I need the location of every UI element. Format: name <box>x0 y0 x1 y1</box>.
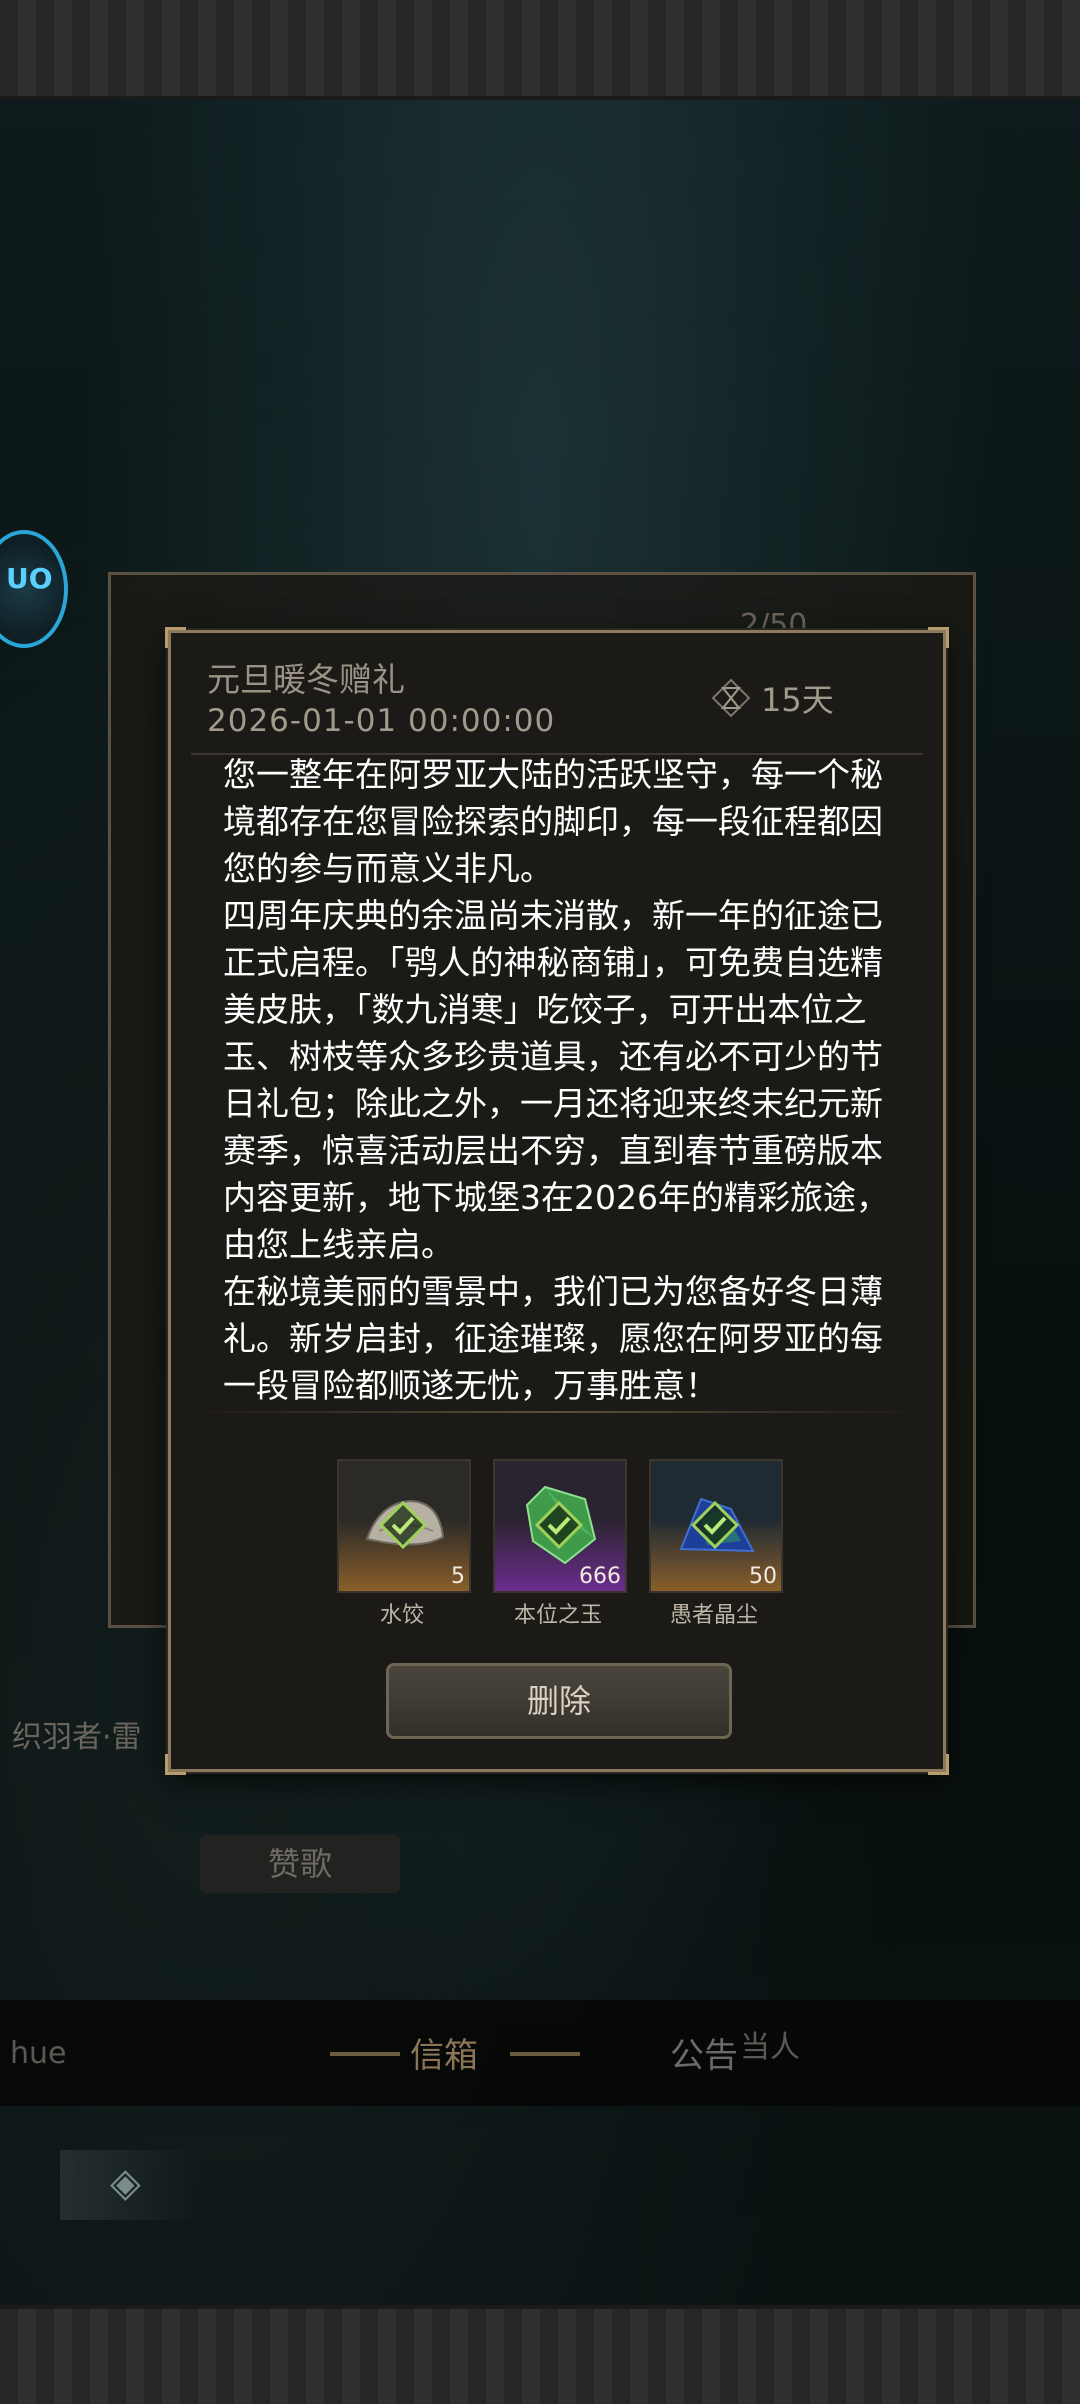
tab-right-partial[interactable]: 当人 <box>740 2022 800 2066</box>
body-divider <box>191 1411 923 1413</box>
reward-quantity: 666 <box>579 1564 621 1589</box>
reward-quantity: 50 <box>749 1564 777 1589</box>
corner-ornament <box>928 1754 949 1775</box>
reward-slot[interactable]: 50 <box>649 1459 783 1593</box>
bottom-tab-bar: hue 信箱 公告 当人 <box>0 2000 1080 2106</box>
tab-mail[interactable]: 信箱 <box>410 2028 478 2077</box>
corner-ornament <box>165 627 186 648</box>
body-paragraph: 您一整年在阿罗亚大陆的活跃坚守，每一个秘境都存在您冒险探索的脚印，每一段征程都因… <box>223 755 883 888</box>
mail-body: 您一整年在阿罗亚大陆的活跃坚守，每一个秘境都存在您冒险探索的脚印，每一段征程都因… <box>223 751 903 1409</box>
background-button[interactable]: 赞歌 <box>200 1835 400 1893</box>
reward-slot[interactable]: 666 <box>493 1459 627 1593</box>
delete-button[interactable]: 删除 <box>386 1663 732 1739</box>
background-sender-text: 织羽者·雷 <box>12 1720 142 1755</box>
bottom-frame-border <box>0 2305 1080 2404</box>
back-arrow-icon: ◈ <box>110 2160 141 2206</box>
reward-slot[interactable]: 5 <box>337 1459 471 1593</box>
tab-left-partial[interactable]: hue <box>10 2036 66 2071</box>
claimed-check-icon <box>379 1501 427 1549</box>
tab-ornament-right <box>510 2052 580 2056</box>
mail-date: 2026-01-01 00:00:00 <box>207 703 556 739</box>
reward-quantity: 5 <box>451 1564 465 1589</box>
mail-expiry: 15天 <box>711 675 834 721</box>
body-paragraph: 在秘境美丽的雪景中，我们已为您备好冬日薄礼。新岁启封，征途璀璨，愿您在阿罗亚的每… <box>223 1272 883 1405</box>
hourglass-icon <box>711 678 751 718</box>
corner-ornament <box>928 627 949 648</box>
claimed-check-icon <box>691 1501 739 1549</box>
reward-name: 本位之玉 <box>513 1603 602 1628</box>
top-frame-border <box>0 0 1080 100</box>
side-badge-text: UO <box>6 562 53 595</box>
back-button[interactable]: ◈ <box>60 2150 200 2220</box>
expiry-days: 15天 <box>761 681 834 719</box>
reward-item[interactable]: 666 本位之玉 <box>493 1459 627 1629</box>
tab-ornament-left <box>330 2052 400 2056</box>
corner-ornament <box>165 1754 186 1775</box>
reward-item[interactable]: 5 水饺 <box>337 1459 471 1629</box>
mail-title: 元旦暖冬赠礼 <box>207 660 405 699</box>
reward-list: 5 水饺 666 本位之玉 50 愚者晶尘 <box>337 1459 783 1629</box>
reward-name: 愚者晶尘 <box>669 1603 758 1628</box>
reward-name: 水饺 <box>379 1603 424 1628</box>
body-paragraph: 四周年庆典的余温尚未消散，新一年的征途已正式启程。「鸮人的神秘商铺」，可免费自选… <box>223 896 889 1264</box>
tab-notice[interactable]: 公告 <box>670 2028 738 2077</box>
reward-item[interactable]: 50 愚者晶尘 <box>649 1459 783 1629</box>
mail-detail-dialog: 元旦暖冬赠礼 2026-01-01 00:00:00 15天 您一整年在阿罗亚大… <box>165 627 949 1775</box>
claimed-check-icon <box>535 1501 583 1549</box>
